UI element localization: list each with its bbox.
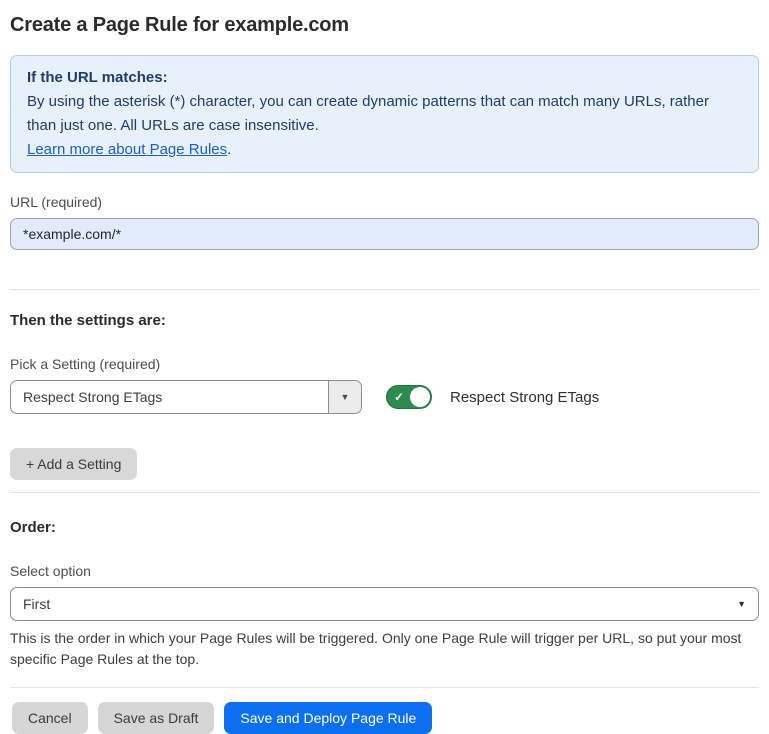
- save-as-draft-button[interactable]: Save as Draft: [98, 702, 215, 734]
- learn-more-link[interactable]: Learn more about Page Rules: [27, 141, 227, 158]
- setting-select-value: Respect Strong ETags: [11, 381, 328, 413]
- url-match-info-box: If the URL matches: By using the asteris…: [10, 55, 759, 173]
- settings-section-heading: Then the settings are:: [10, 312, 759, 329]
- order-select[interactable]: First ▼: [10, 587, 759, 621]
- toggle-knob: [410, 387, 430, 407]
- create-page-rule-form: Create a Page Rule for example.com If th…: [0, 0, 769, 734]
- info-box-heading: If the URL matches:: [27, 66, 742, 90]
- check-icon: ✓: [394, 391, 404, 403]
- order-select-value: First: [23, 596, 50, 612]
- setting-toggle-group: ✓ Respect Strong ETags: [386, 385, 599, 409]
- cancel-button[interactable]: Cancel: [12, 702, 88, 734]
- setting-select-arrow-button[interactable]: ▼: [328, 381, 361, 413]
- add-setting-button[interactable]: + Add a Setting: [10, 448, 137, 480]
- pick-setting-label: Pick a Setting (required): [10, 356, 759, 372]
- chevron-down-icon: ▼: [737, 600, 746, 609]
- url-field-label: URL (required): [10, 194, 759, 210]
- order-section-heading: Order:: [10, 519, 759, 536]
- section-divider: [10, 289, 759, 290]
- url-input[interactable]: [10, 218, 759, 250]
- setting-row: Respect Strong ETags ▼ ✓ Respect Strong …: [10, 380, 759, 414]
- order-select-label: Select option: [10, 563, 759, 579]
- page-title: Create a Page Rule for example.com: [10, 14, 759, 37]
- setting-select[interactable]: Respect Strong ETags ▼: [10, 380, 362, 414]
- link-period: .: [227, 141, 231, 158]
- setting-toggle-label: Respect Strong ETags: [450, 389, 599, 406]
- footer-actions: Cancel Save as Draft Save and Deploy Pag…: [10, 688, 759, 734]
- chevron-down-icon: ▼: [341, 393, 350, 402]
- info-box-body: By using the asterisk (*) character, you…: [27, 90, 742, 138]
- section-divider: [10, 492, 759, 493]
- save-and-deploy-button[interactable]: Save and Deploy Page Rule: [224, 702, 432, 734]
- order-help-text: This is the order in which your Page Rul…: [10, 628, 758, 670]
- info-box-link-line: Learn more about Page Rules.: [27, 138, 742, 162]
- setting-toggle[interactable]: ✓: [386, 385, 432, 409]
